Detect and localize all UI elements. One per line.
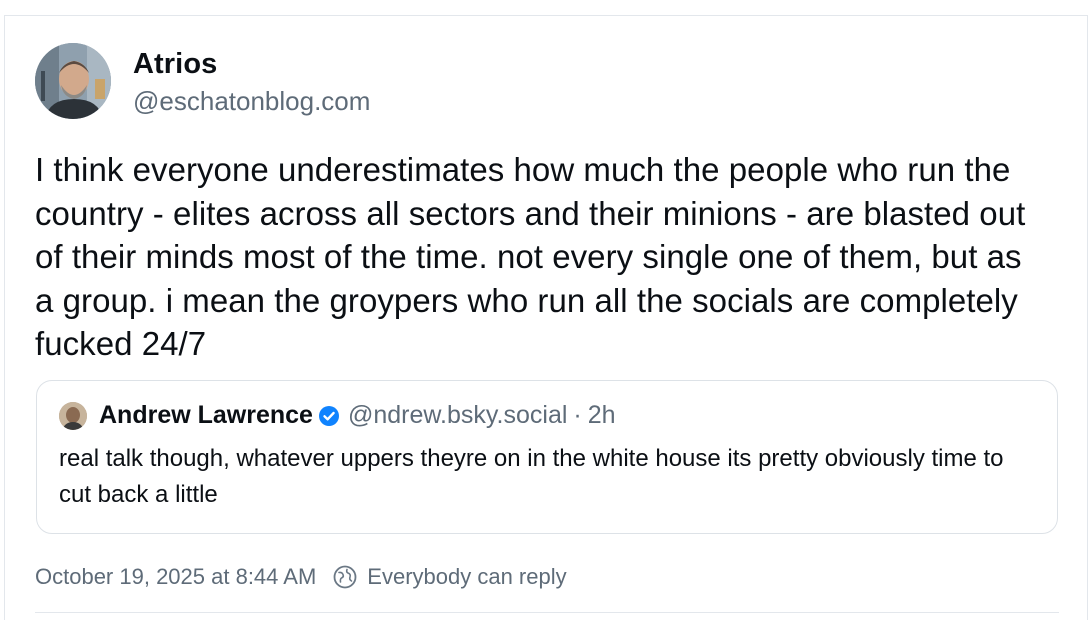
post-text: I think everyone underestimates how much… xyxy=(35,151,1026,362)
post-author[interactable]: Atrios @eschatonblog.com xyxy=(35,43,370,119)
quoted-post-time[interactable]: 2h xyxy=(588,401,616,430)
divider xyxy=(35,612,1059,613)
globe-reply-icon xyxy=(332,564,358,590)
quoted-post[interactable]: Andrew Lawrence @ndrew.bsky.social · 2h … xyxy=(36,380,1058,534)
author-display-name[interactable]: Atrios xyxy=(133,46,370,82)
quoted-author-name[interactable]: Andrew Lawrence xyxy=(99,401,313,430)
user-photo-avatar[interactable] xyxy=(35,43,111,119)
separator-dot: · xyxy=(573,401,582,429)
reply-setting[interactable]: Everybody can reply xyxy=(367,564,566,590)
quoted-author-avatar[interactable] xyxy=(59,401,87,430)
author-handle[interactable]: @eschatonblog.com xyxy=(133,84,370,118)
quoted-author-handle[interactable]: @ndrew.bsky.social xyxy=(348,401,567,430)
quoted-post-text: real talk though, whatever uppers theyre… xyxy=(59,445,1004,508)
verified-check-icon xyxy=(318,405,340,427)
post-card: Atrios @eschatonblog.com I think everyon… xyxy=(4,15,1088,620)
quoted-post-header: Andrew Lawrence @ndrew.bsky.social · 2h xyxy=(59,401,616,430)
post-meta: October 19, 2025 at 8:44 AM Everybody ca… xyxy=(35,564,567,590)
post-timestamp[interactable]: October 19, 2025 at 8:44 AM xyxy=(35,564,316,590)
